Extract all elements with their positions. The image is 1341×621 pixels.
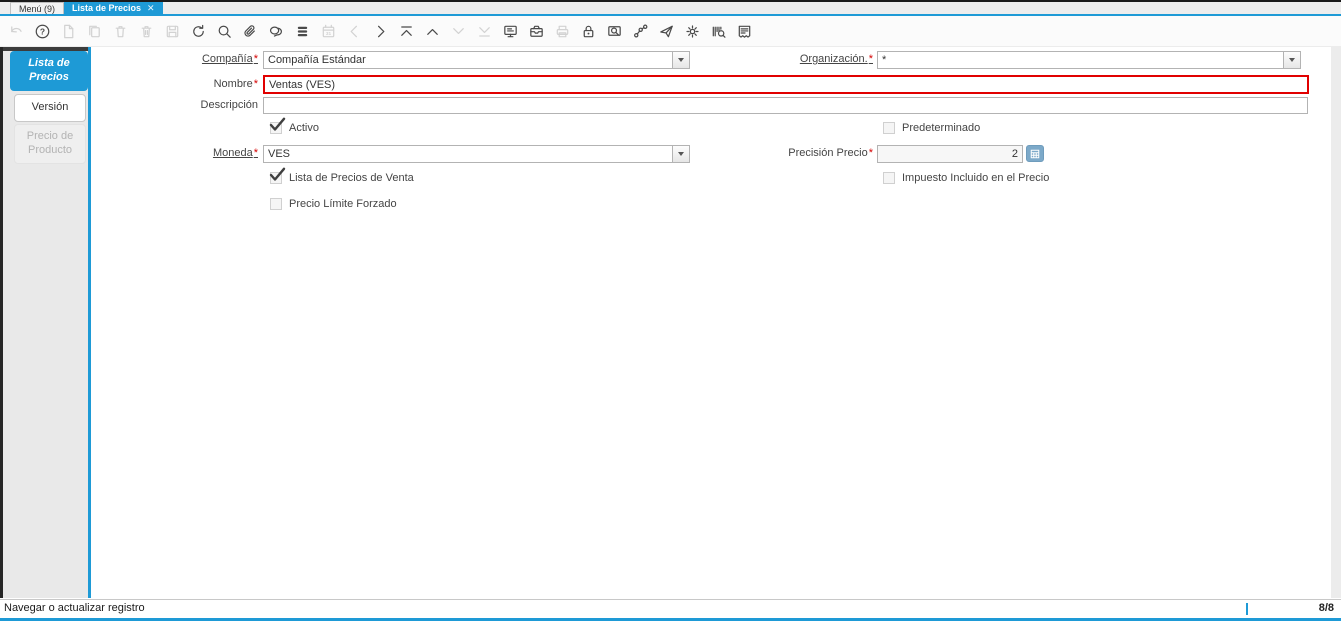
impuesto-incluido-checkbox[interactable] [883,172,895,184]
chevron-down-icon [1289,58,1295,62]
compania-label[interactable]: Compañía* [90,53,258,65]
activo-label: Activo [289,122,319,134]
svg-text:?: ? [39,26,44,36]
precio-limite-forzado-checkbox[interactable] [270,198,282,210]
sidebar-tab-version[interactable]: Versión [14,94,86,122]
save-icon[interactable] [163,22,181,40]
sidebar-tab-label: Lista de Precios [10,57,88,85]
organizacion-value: * [878,54,1283,66]
send-icon[interactable] [657,22,675,40]
last-record-icon[interactable] [475,22,493,40]
chevron-down-icon [678,152,684,156]
calculator-icon [1030,149,1040,159]
sidebar-tab-label: Precio de Producto [15,130,85,158]
refresh-icon[interactable] [189,22,207,40]
descripcion-label: Descripción [90,99,258,111]
tab-menu-label: Menú (9) [19,3,55,15]
window-tab-bar: Menú (9) Lista de Precios ✕ [0,2,1341,14]
organizacion-field[interactable]: * [877,51,1301,69]
sidebar-tab-precio-de-producto: Precio de Producto [14,124,86,164]
checkmark-icon [269,117,286,132]
tab-lista-de-precios[interactable]: Lista de Precios ✕ [64,2,163,14]
sidebar-accent-line [88,47,91,598]
settings-icon[interactable] [683,22,701,40]
moneda-field[interactable]: VES [263,145,690,163]
tab-menu[interactable]: Menú (9) [10,2,64,14]
svg-text:31: 31 [325,30,331,36]
delete-record-icon[interactable] [111,22,129,40]
barcode-search-icon[interactable] [709,22,727,40]
compania-field[interactable]: Compañía Estándar [263,51,690,69]
organizacion-label[interactable]: Organización.* [705,53,873,65]
calendar-icon[interactable]: 31 [319,22,337,40]
detail-record-icon[interactable] [371,22,389,40]
next-record-icon[interactable] [449,22,467,40]
lock-icon[interactable] [579,22,597,40]
precision-precio-value: 2 [878,148,1022,160]
predeterminado-checkbox[interactable] [883,122,895,134]
organizacion-dropdown-button[interactable] [1283,52,1300,68]
workflow-icon[interactable] [631,22,649,40]
tab-lista-label: Lista de Precios [72,2,141,14]
grid-toggle-icon[interactable] [293,22,311,40]
sidebar-tab-lista-de-precios[interactable]: Lista de Precios [10,51,88,91]
moneda-label[interactable]: Moneda* [90,147,258,159]
nombre-field[interactable]: Ventas (VES) [263,75,1309,94]
status-bar: Navegar o actualizar registro 8/8 [0,599,1341,618]
print-icon[interactable] [553,22,571,40]
toolbar: ? 31 [0,16,1341,47]
chat-icon[interactable] [267,22,285,40]
vertical-scrollbar[interactable] [1331,47,1341,598]
archive-icon[interactable] [527,22,545,40]
lista-precios-venta-checkbox[interactable] [270,172,282,184]
help-icon[interactable]: ? [33,22,51,40]
descripcion-field[interactable] [263,97,1308,114]
chevron-down-icon [678,58,684,62]
attachment-icon[interactable] [241,22,259,40]
find-icon[interactable] [215,22,233,40]
precio-limite-forzado-label: Precio Límite Forzado [289,198,397,210]
compania-dropdown-button[interactable] [672,52,689,68]
close-icon[interactable]: ✕ [147,2,155,14]
first-record-icon[interactable] [397,22,415,40]
nombre-value: Ventas (VES) [265,79,1307,91]
status-separator [1246,603,1248,615]
impuesto-incluido-label: Impuesto Incluido en el Precio [902,172,1049,184]
parent-record-icon[interactable] [345,22,363,40]
precision-precio-label: Precisión Precio* [705,147,873,159]
report-icon[interactable] [735,22,753,40]
copy-record-icon[interactable] [85,22,103,40]
activo-checkbox[interactable] [270,122,282,134]
compania-value: Compañía Estándar [264,54,672,66]
previous-record-icon[interactable] [423,22,441,40]
record-indicator: 8/8 [1319,602,1334,614]
predeterminado-label: Predeterminado [902,122,980,134]
lista-precios-venta-label: Lista de Precios de Venta [289,172,414,184]
precision-precio-field[interactable]: 2 [877,145,1023,163]
sidebar-tab-label: Versión [32,101,69,115]
app-window: Menú (9) Lista de Precios ✕ ? 31 [0,0,1341,621]
undo-icon[interactable] [7,22,25,40]
sidebar-tab-panel: Lista de Precios Versión Precio de Produ… [3,47,88,598]
nombre-label: Nombre* [90,78,258,90]
zoom-across-icon[interactable] [605,22,623,40]
delete-selection-icon[interactable] [137,22,155,40]
new-record-icon[interactable] [59,22,77,40]
moneda-dropdown-button[interactable] [672,146,689,162]
moneda-value: VES [264,148,672,160]
status-message: Navegar o actualizar registro [4,602,145,614]
calculator-button[interactable] [1026,145,1044,162]
presentation-icon[interactable] [501,22,519,40]
checkmark-icon [269,167,286,182]
